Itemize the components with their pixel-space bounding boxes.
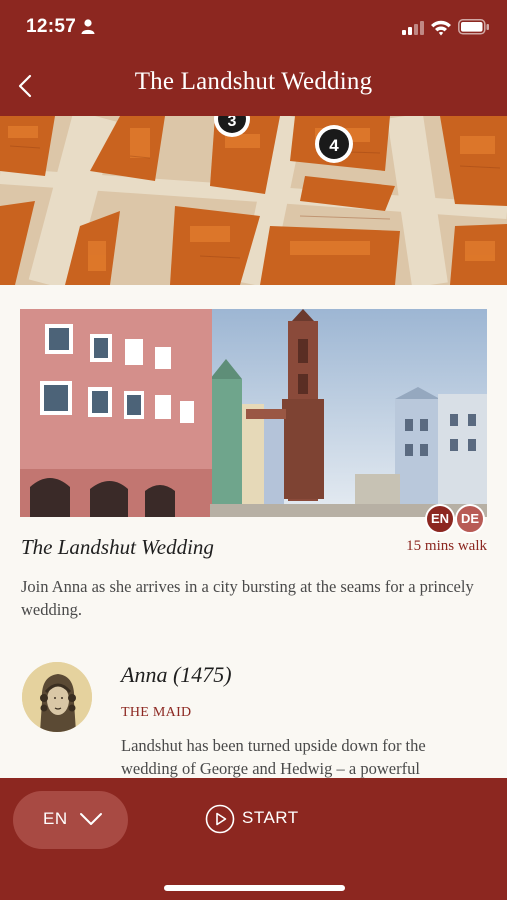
back-button[interactable] <box>10 68 46 104</box>
language-select-value: EN <box>43 809 68 828</box>
battery-icon <box>458 19 489 35</box>
back-chevron-icon <box>18 74 32 98</box>
signal-icon <box>402 21 424 35</box>
tour-language-badges: EN DE <box>425 504 487 534</box>
language-badge-en: EN <box>425 504 455 534</box>
status-bar: 12:57 <box>0 0 507 56</box>
character-name: Anna (1475) <box>121 662 232 687</box>
nav-bar: The Landshut Wedding <box>0 56 507 116</box>
tour-description: Join Anna as she arrives in a city burst… <box>21 577 474 619</box>
character-avatar <box>22 662 92 732</box>
svg-text:4: 4 <box>329 136 339 155</box>
language-badge-de: DE <box>455 504 485 534</box>
person-icon <box>81 19 95 34</box>
tour-details: EN DE The Landshut Wedding 15 mins walk … <box>0 285 507 778</box>
wifi-icon <box>431 20 451 36</box>
play-icon <box>205 804 235 834</box>
status-time: 12:57 <box>26 16 77 37</box>
home-indicator[interactable] <box>164 885 345 891</box>
start-button[interactable]: START <box>205 802 315 836</box>
chevron-down-icon <box>80 813 102 825</box>
tour-duration: 15 mins walk <box>406 538 487 554</box>
page-title: The Landshut Wedding <box>134 68 373 95</box>
language-select[interactable]: EN <box>13 791 128 849</box>
map-marker-4[interactable]: 4 <box>315 125 353 163</box>
start-label: START <box>242 808 299 827</box>
character-bio: Landshut has been turned upside down for… <box>121 736 426 778</box>
svg-text:3: 3 <box>228 116 237 130</box>
tour-hero-image <box>20 309 487 517</box>
character-role: THE MAID <box>121 705 192 720</box>
tour-map[interactable]: 3 4 <box>0 116 507 285</box>
tour-title: The Landshut Wedding <box>21 535 214 559</box>
app-header: 12:57 The Landshut Wedding <box>0 0 507 116</box>
bottom-bar: EN START <box>0 778 507 900</box>
